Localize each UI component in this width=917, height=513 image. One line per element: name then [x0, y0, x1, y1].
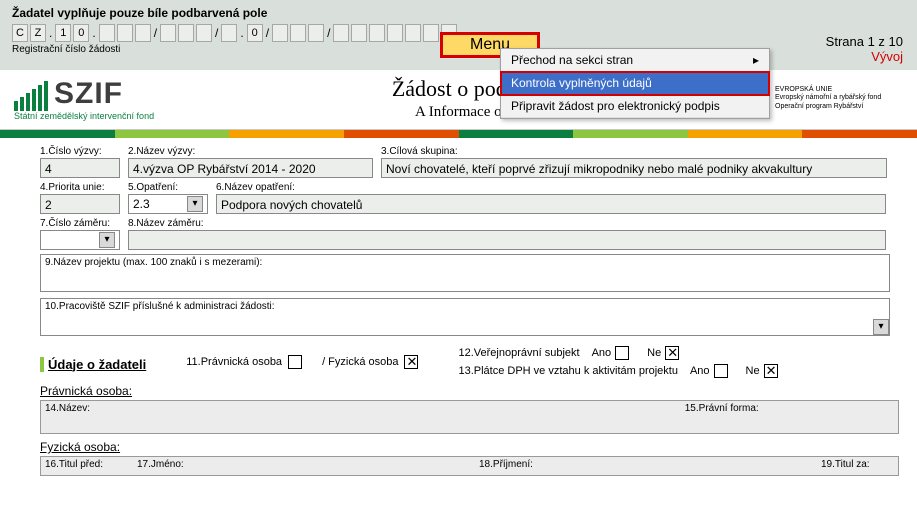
reg-char [160, 24, 176, 42]
field-call-number: 4 [40, 158, 120, 178]
label-f3: 3.Cílová skupina: [381, 146, 887, 157]
label-f6: 6.Název opatření: [216, 182, 886, 193]
brand-subtitle: Státní zemědělský intervenční fond [14, 111, 154, 121]
reg-char [272, 24, 288, 42]
reg-char [135, 24, 151, 42]
label-f11b: / Fyzická osoba [322, 356, 398, 368]
checkbox-vat-no[interactable] [764, 364, 778, 378]
color-strip [0, 130, 917, 138]
label-f16: 16.Titul před: [45, 459, 125, 470]
chevron-down-icon[interactable]: ▾ [873, 319, 889, 335]
eu-text: EVROPSKÁ UNIE Evropský námořní a rybářsk… [775, 86, 881, 111]
field-target-group: Noví chovatelé, kteří poprvé zřizují mik… [381, 158, 887, 178]
label-f11: 11.Právnická osoba [186, 356, 282, 368]
brand-text: SZIF [54, 77, 123, 111]
label-f12: 12.Veřejnoprávní subjekt [458, 347, 579, 359]
label-f13: 13.Plátce DPH ve vztahu k aktivitám proj… [458, 365, 677, 377]
field-plan-name [128, 230, 886, 250]
field-measure-name: Podpora nových chovatelů [216, 194, 886, 214]
entity-type-group: 11.Právnická osoba / Fyzická osoba [186, 355, 418, 369]
reg-char [387, 24, 403, 42]
chevron-down-icon: ▾ [99, 232, 115, 248]
legal-entity-group: 14.Název: 15.Právní forma: [40, 400, 899, 434]
page-info: Strana 1 z 10 Vývoj [826, 34, 903, 64]
reg-char [308, 24, 324, 42]
label-f8: 8.Název záměru: [128, 218, 886, 229]
section-applicant-title: Údaje o žadateli [40, 357, 146, 372]
reg-char [290, 24, 306, 42]
label-f10: 10.Pracoviště SZIF příslušné k administr… [41, 299, 889, 314]
field-szif-office[interactable]: 10.Pracoviště SZIF příslušné k administr… [40, 298, 890, 336]
individual-group: 16.Titul před: 17.Jméno: 18.Příjmení: 19… [40, 456, 899, 476]
label-f5: 5.Opatření: [128, 182, 208, 193]
checkbox-public-no[interactable] [665, 346, 679, 360]
reg-char: 0 [247, 24, 263, 42]
header: SZIF Státní zemědělský intervenční fond … [0, 70, 917, 130]
top-bar: Žadatel vyplňuje pouze bíle podbarvená p… [0, 0, 917, 70]
reg-char [333, 24, 349, 42]
field-measure-select[interactable]: 2.3 ▾ [128, 194, 208, 214]
menu-item-check-data[interactable]: Kontrola vyplněných údajů [501, 72, 769, 95]
field-plan-number-select[interactable]: ▾ [40, 230, 120, 250]
logo-bars-icon [14, 81, 48, 111]
field-call-name: 4.výzva OP Rybářství 2014 - 2020 [128, 158, 373, 178]
subsection-individual: Fyzická osoba: [40, 440, 899, 454]
reg-char: C [12, 24, 28, 42]
label-f15: 15.Právní forma: [685, 403, 894, 414]
reg-char [196, 24, 212, 42]
reg-char: Z [30, 24, 46, 42]
field-priority: 2 [40, 194, 120, 214]
reg-char [99, 24, 115, 42]
reg-char [221, 24, 237, 42]
label-f19: 19.Titul za: [821, 459, 891, 470]
chevron-down-icon: ▾ [187, 196, 203, 212]
checkbox-public-yes[interactable] [615, 346, 629, 360]
reg-char: 1 [55, 24, 71, 42]
label-f2: 2.Název výzvy: [128, 146, 373, 157]
label-f1: 1.Číslo výzvy: [40, 146, 120, 157]
szif-logo: SZIF Státní zemědělský intervenční fond [14, 77, 234, 121]
instruction-text: Žadatel vyplňuje pouze bíle podbarvená p… [12, 6, 905, 20]
field-project-name[interactable]: 9.Název projektu (max. 100 znaků i s mez… [40, 254, 890, 292]
menu-popup: Přechod na sekci stran ▸ Kontrola vyplně… [500, 48, 770, 119]
reg-char [117, 24, 133, 42]
subsection-legal-entity: Právnická osoba: [40, 384, 899, 398]
checkbox-individual[interactable] [404, 355, 418, 369]
reg-char [351, 24, 367, 42]
reg-char [405, 24, 421, 42]
reg-char [369, 24, 385, 42]
menu-item-prepare-sign[interactable]: Připravit žádost pro elektronický podpis [501, 95, 769, 118]
label-f18: 18.Příjmení: [479, 459, 809, 470]
page-counter: Strana 1 z 10 [826, 34, 903, 49]
label-f9: 9.Název projektu (max. 100 znaků i s mez… [41, 255, 889, 270]
label-f14: 14.Název: [45, 403, 673, 414]
label-f17: 17.Jméno: [137, 459, 467, 470]
checkbox-vat-yes[interactable] [714, 364, 728, 378]
reg-char [178, 24, 194, 42]
dev-label: Vývoj [826, 49, 903, 64]
label-f7: 7.Číslo záměru: [40, 218, 120, 229]
label-f4: 4.Priorita unie: [40, 182, 120, 193]
menu-item-sections[interactable]: Přechod na sekci stran ▸ [501, 49, 769, 72]
form-area: 1.Číslo výzvy: 4 2.Název výzvy: 4.výzva … [0, 138, 917, 476]
checkbox-legal-entity[interactable] [288, 355, 302, 369]
reg-char [423, 24, 439, 42]
chevron-right-icon: ▸ [753, 53, 759, 67]
reg-char: 0 [73, 24, 89, 42]
